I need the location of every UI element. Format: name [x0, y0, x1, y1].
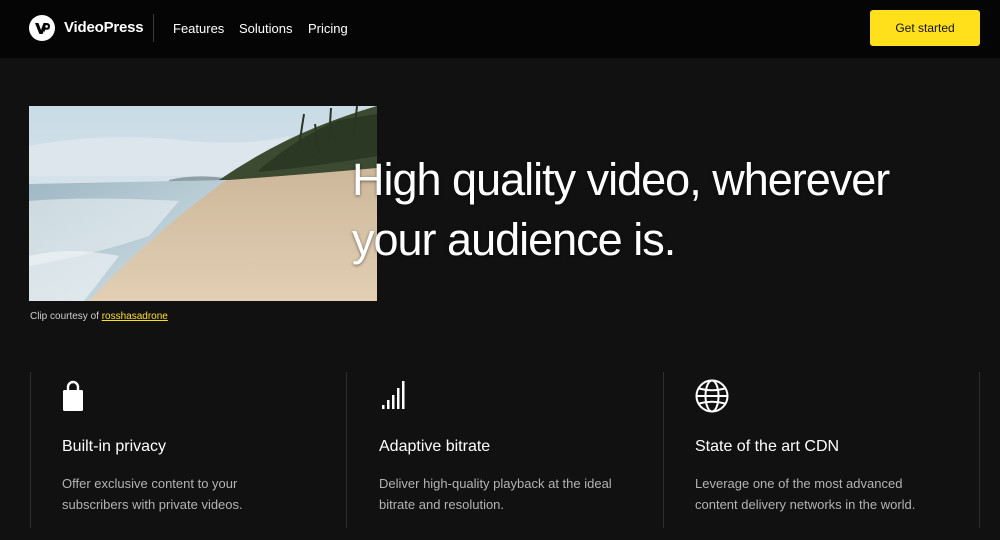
feature-divider [30, 372, 31, 528]
brand-name[interactable]: VideoPress [64, 19, 144, 36]
feature-title: State of the art CDN [695, 438, 840, 455]
videopress-logo-icon[interactable] [29, 15, 55, 41]
feature-description: Offer exclusive content to your subscrib… [62, 473, 352, 515]
feature-title: Adaptive bitrate [379, 438, 491, 455]
hero-video-player[interactable] [29, 106, 377, 301]
top-navigation-bar: VideoPress Features Solutions Pricing Ge… [0, 0, 1000, 58]
get-started-button[interactable]: Get started [870, 10, 980, 46]
headline-line-2: your audience is. [352, 214, 676, 265]
feature-description-line: bitrate and resolution. [379, 497, 505, 512]
signal-bars-icon [379, 378, 415, 414]
feature-description-line: Offer exclusive content to your [62, 476, 238, 491]
feature-description-line: Leverage one of the most advanced [695, 476, 903, 491]
beach-video-thumbnail [29, 106, 377, 301]
caption-credit-link[interactable]: rosshasadrone [102, 311, 168, 322]
hero-headline: High quality video, wherever your audien… [352, 150, 992, 270]
nav-item-features[interactable]: Features [173, 21, 224, 36]
nav-item-pricing[interactable]: Pricing [308, 21, 348, 36]
feature-description-line: content delivery networks in the world. [695, 497, 916, 512]
headline-line-1: High quality video, wherever [352, 154, 890, 205]
feature-description: Deliver high-quality playback at the ide… [379, 473, 669, 515]
lock-icon [62, 378, 98, 414]
feature-title: Built-in privacy [62, 438, 167, 455]
video-caption: Clip courtesy of rosshasadrone [30, 311, 168, 322]
feature-description-line: subscribers with private videos. [62, 497, 243, 512]
globe-icon [695, 378, 731, 414]
nav-divider [153, 14, 154, 42]
nav-item-solutions[interactable]: Solutions [239, 21, 292, 36]
feature-description: Leverage one of the most advanced conten… [695, 473, 985, 515]
caption-prefix: Clip courtesy of [30, 311, 99, 322]
feature-description-line: Deliver high-quality playback at the ide… [379, 476, 612, 491]
